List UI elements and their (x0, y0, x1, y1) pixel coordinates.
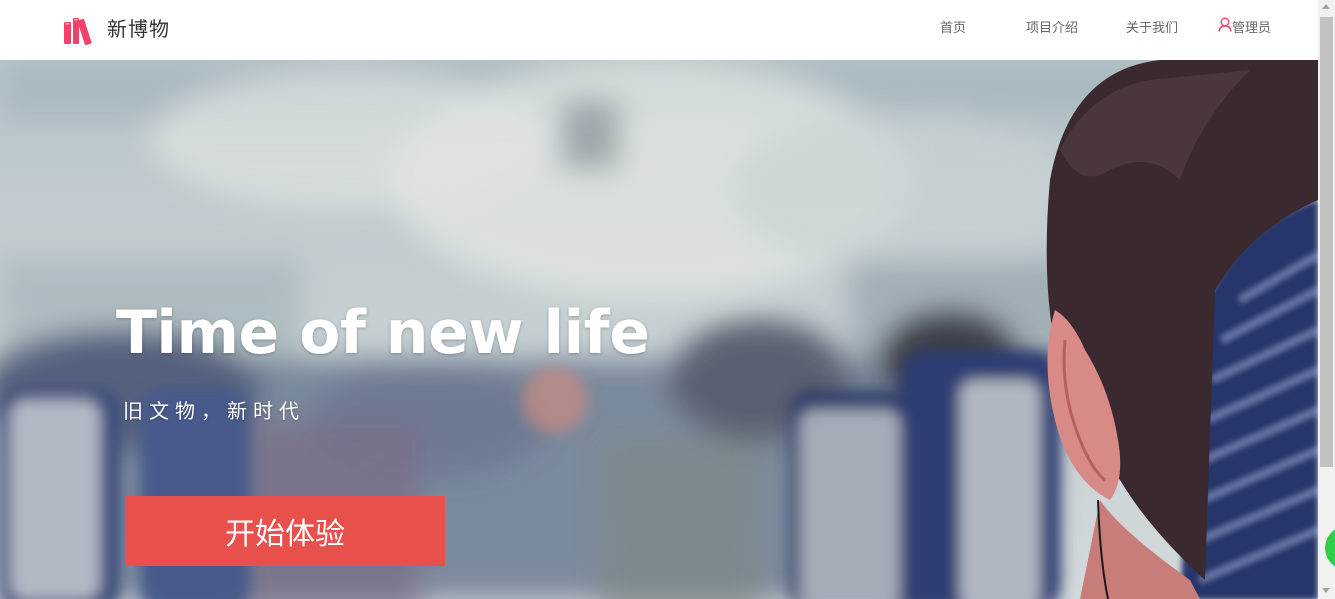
nav-about-us[interactable]: 关于我们 (1126, 17, 1178, 36)
hero-title: Time of new life (116, 298, 650, 368)
start-experience-button[interactable]: 开始体验 (125, 496, 445, 566)
vertical-scrollbar[interactable] (1318, 0, 1335, 599)
hero-subtitle: 旧文物，新时代 (123, 399, 305, 423)
hero-banner: Time of new life 旧文物，新时代 开始体验 (0, 60, 1318, 599)
scroll-up-icon[interactable] (1322, 4, 1330, 9)
scroll-down-icon[interactable] (1322, 588, 1330, 593)
brand-name: 新博物 (107, 16, 170, 41)
nav-admin[interactable]: 管理员 (1218, 17, 1271, 36)
nav-project-intro[interactable]: 项目介绍 (1026, 17, 1078, 36)
brand[interactable]: 新博物 (62, 10, 170, 50)
scrollbar-thumb[interactable] (1320, 17, 1333, 467)
books-logo-icon (64, 18, 92, 46)
user-icon (1218, 17, 1232, 32)
navbar: 新博物 首页 项目介绍 关于我们 管理员 (0, 0, 1318, 60)
nav-home[interactable]: 首页 (940, 17, 966, 36)
nav-admin-label: 管理员 (1232, 21, 1272, 36)
page: 新博物 首页 项目介绍 关于我们 管理员 Time of new life 旧文… (0, 0, 1335, 599)
